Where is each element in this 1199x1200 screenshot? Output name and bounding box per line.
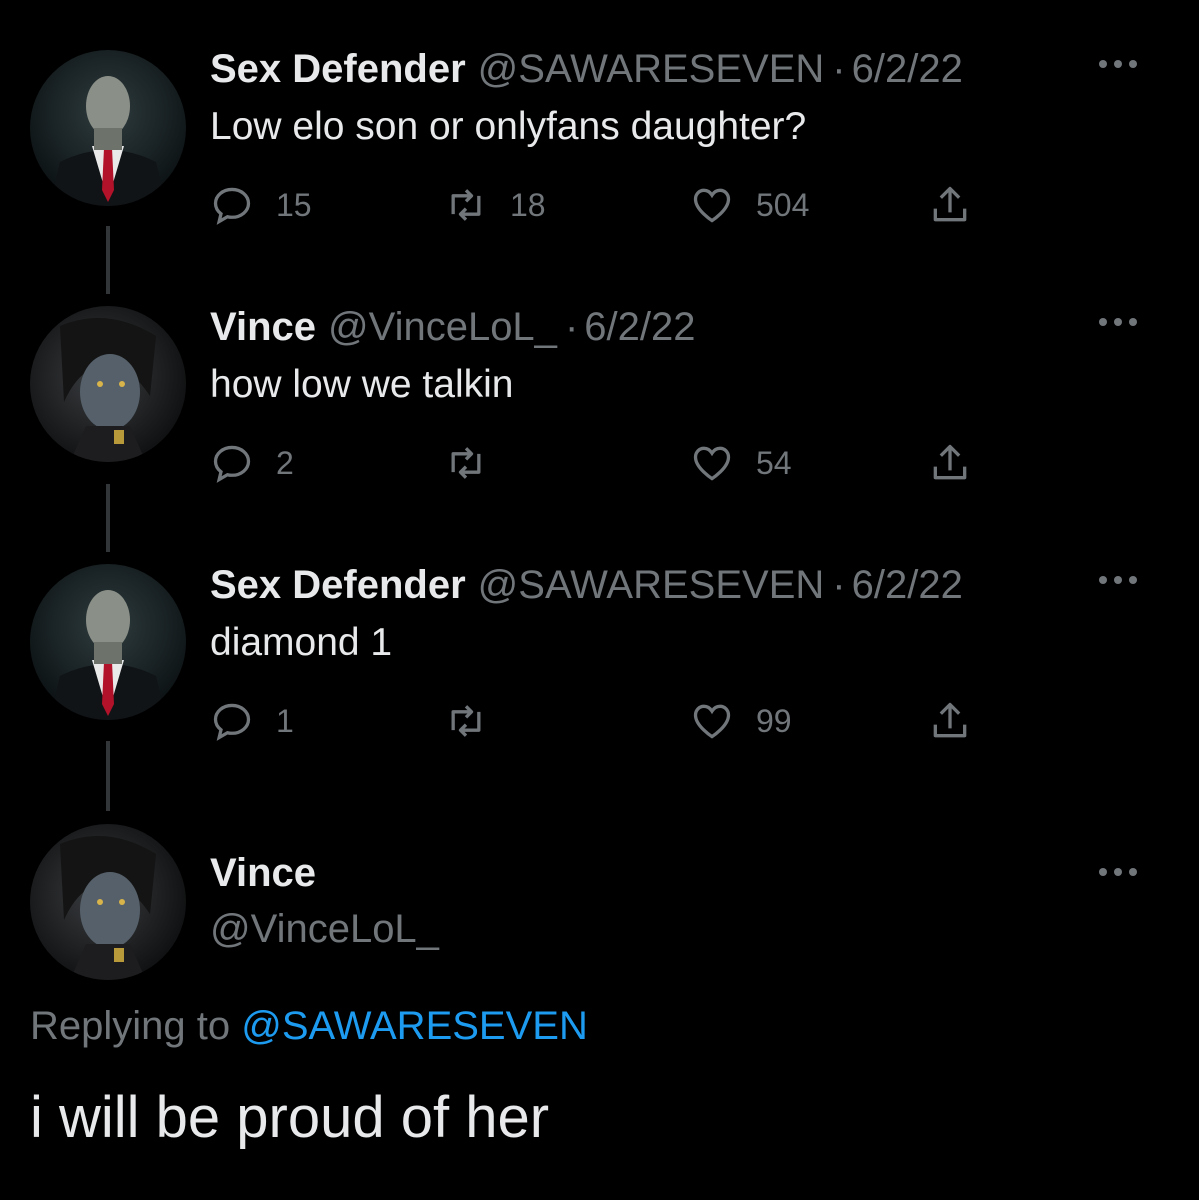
tweet-1[interactable]: Sex Defender @SAWARESEVEN · 6/2/22 Low e…	[210, 44, 1199, 225]
share-upload-icon	[933, 186, 967, 222]
tweet-header: Sex Defender @SAWARESEVEN · 6/2/22	[210, 560, 1199, 610]
share-upload-icon	[933, 444, 967, 480]
reply-bubble-icon	[213, 187, 251, 225]
author-name[interactable]: Sex Defender	[210, 563, 466, 608]
more-dots-icon[interactable]	[1099, 316, 1137, 328]
replying-prefix: Replying to	[30, 1004, 231, 1048]
retweet-count: 18	[510, 186, 546, 223]
tweet-actions: 1 99	[210, 696, 990, 746]
retweet-icon	[451, 447, 481, 479]
thread-line-1	[106, 226, 110, 294]
author-handle[interactable]: @VinceLoL_	[210, 904, 439, 954]
tweet-actions: 2 54	[210, 438, 990, 488]
main-tweet-text: i will be proud of her	[30, 1085, 550, 1150]
author-handle[interactable]: @SAWARESEVEN	[478, 563, 825, 608]
avatar-vince[interactable]	[30, 306, 186, 462]
tweet-date[interactable]: 6/2/22	[584, 305, 695, 350]
separator-dot: ·	[832, 562, 846, 607]
reply-button[interactable]: 1	[210, 696, 294, 746]
author-handle[interactable]: @VinceLoL_	[328, 305, 557, 350]
retweet-button[interactable]	[444, 438, 510, 488]
author-handle[interactable]: @SAWARESEVEN	[478, 47, 825, 92]
replying-to-line: Replying to @SAWARESEVEN	[30, 1004, 588, 1049]
reply-button[interactable]: 15	[210, 180, 312, 230]
tweet-actions: 15 18 504	[210, 180, 990, 230]
like-count: 99	[756, 702, 792, 739]
thread-line-2	[106, 484, 110, 552]
heart-icon	[693, 446, 731, 481]
retweet-button[interactable]	[444, 696, 510, 746]
like-button[interactable]: 54	[690, 438, 792, 488]
tweet-header: Sex Defender @SAWARESEVEN · 6/2/22	[210, 44, 1199, 94]
separator-dot: ·	[832, 46, 846, 91]
like-count: 54	[756, 444, 792, 481]
tweet-header: Vince @VinceLoL_ · 6/2/22	[210, 302, 1199, 352]
retweet-icon	[451, 189, 481, 221]
tweet-3[interactable]: Sex Defender @SAWARESEVEN · 6/2/22 diamo…	[210, 560, 1199, 741]
like-button[interactable]: 99	[690, 696, 792, 746]
tweet-text: how low we talkin	[210, 363, 514, 406]
reply-count: 1	[276, 702, 294, 739]
share-button[interactable]	[928, 438, 972, 488]
tweet-text: diamond 1	[210, 621, 393, 664]
retweet-icon	[451, 705, 481, 737]
author-name[interactable]: Sex Defender	[210, 47, 466, 92]
author-name[interactable]: Vince	[210, 848, 439, 898]
reply-count: 15	[276, 186, 312, 223]
reply-bubble-icon	[213, 445, 251, 483]
heart-icon	[693, 188, 731, 223]
masked-man-in-suit-avatar	[30, 564, 186, 720]
author-name[interactable]: Vince	[210, 305, 316, 350]
avatar-sex-defender[interactable]	[30, 50, 186, 206]
reply-bubble-icon	[213, 703, 251, 741]
avatar-vince-main[interactable]	[30, 824, 186, 980]
tweet-date[interactable]: 6/2/22	[852, 563, 963, 608]
thread-line-3	[106, 741, 110, 811]
tweet-date[interactable]: 6/2/22	[852, 47, 963, 92]
more-dots-icon[interactable]	[1099, 574, 1137, 586]
masked-man-in-suit-avatar	[30, 50, 186, 206]
share-button[interactable]	[928, 180, 972, 230]
tweet-2[interactable]: Vince @VinceLoL_ · 6/2/22 how low we tal…	[210, 302, 1199, 483]
like-button[interactable]: 504	[690, 180, 809, 230]
retweet-button[interactable]: 18	[444, 180, 546, 230]
tweet-text: Low elo son or onlyfans daughter?	[210, 105, 807, 148]
avatar-sex-defender[interactable]	[30, 564, 186, 720]
like-count: 504	[756, 186, 810, 223]
heart-icon	[693, 704, 731, 739]
separator-dot: ·	[564, 304, 579, 349]
reply-count: 2	[276, 444, 294, 481]
main-tweet-author: Vince @VinceLoL_	[210, 848, 439, 954]
reply-button[interactable]: 2	[210, 438, 294, 488]
more-dots-icon[interactable]	[1099, 866, 1137, 878]
share-button[interactable]	[928, 696, 972, 746]
replying-mention-link[interactable]: @SAWARESEVEN	[241, 1004, 588, 1048]
dark-haired-character-avatar	[30, 824, 186, 980]
dark-haired-character-avatar	[30, 306, 186, 462]
more-dots-icon[interactable]	[1099, 58, 1137, 70]
share-upload-icon	[933, 702, 967, 738]
